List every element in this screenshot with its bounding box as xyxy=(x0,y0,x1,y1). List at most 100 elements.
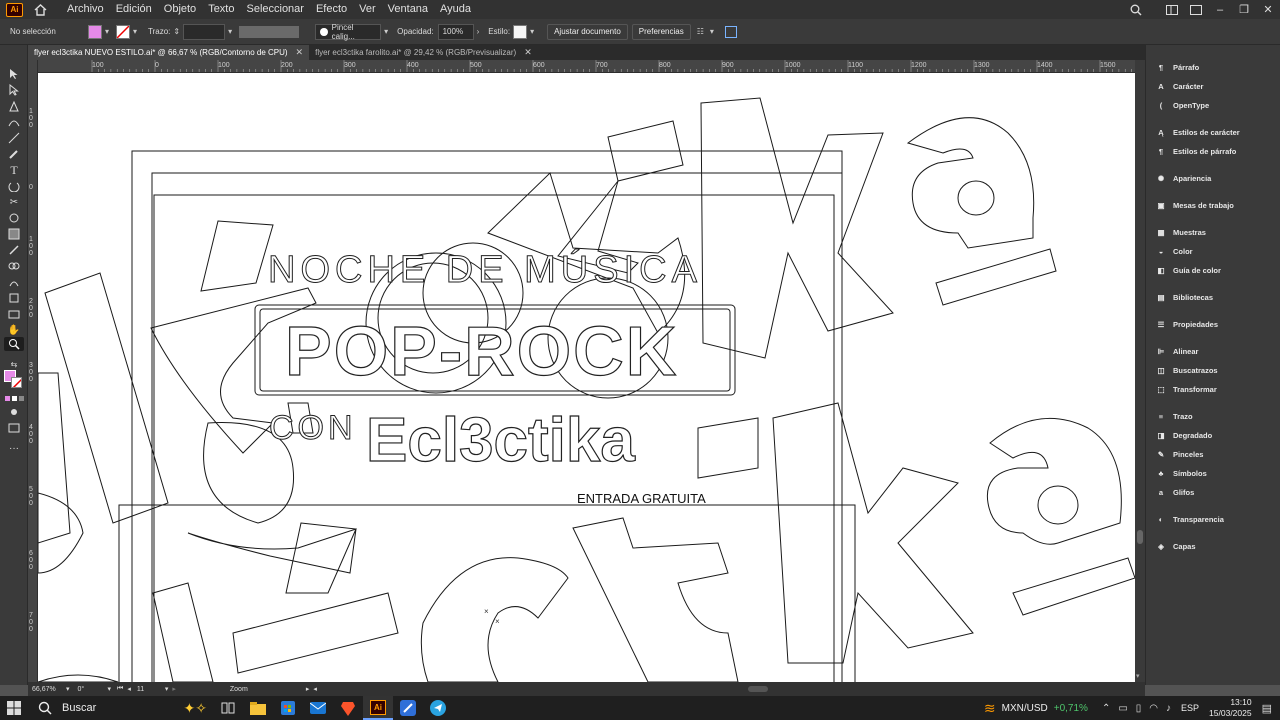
search-icon[interactable] xyxy=(1124,0,1148,19)
draw-mode-icon[interactable] xyxy=(4,405,24,419)
panel-artboards[interactable]: ▣ Mesas de trabajo xyxy=(1155,197,1233,213)
zoom-tool-icon[interactable] xyxy=(4,337,24,351)
shape-builder-tool-icon[interactable] xyxy=(4,211,24,225)
panel-properties[interactable]: ☰ Propiedades xyxy=(1155,316,1218,332)
chevron-down-icon[interactable]: ▾ xyxy=(710,27,714,36)
pen-tool-icon[interactable] xyxy=(4,99,24,113)
chevron-down-icon[interactable]: ▾ xyxy=(108,685,112,693)
panel-character[interactable]: A Carácter xyxy=(1155,78,1203,94)
panel-glyphs[interactable]: a Glifos xyxy=(1155,484,1194,500)
menu-edicion[interactable]: Edición xyxy=(110,0,158,19)
entrada-gratuita-text[interactable]: ENTRADA GRATUITA xyxy=(577,491,706,506)
preferences-button[interactable]: Preferencias xyxy=(631,23,691,40)
arrange-docs-icon[interactable]: ☷ xyxy=(697,27,704,36)
telegram-icon[interactable] xyxy=(423,696,453,720)
chevron-right-icon[interactable]: ▸ xyxy=(306,685,310,693)
selection-tool-icon[interactable] xyxy=(4,67,24,81)
headline-pop-rock[interactable]: POP-ROCK xyxy=(284,311,678,391)
next-artboard-icon[interactable]: ▸ xyxy=(172,685,176,693)
file-explorer-icon[interactable] xyxy=(243,696,273,720)
panel-transparency[interactable]: ◐ Transparencia xyxy=(1155,511,1224,527)
menu-ver[interactable]: Ver xyxy=(353,0,382,19)
ecl3ctika-logo[interactable]: Ecl3ctika xyxy=(365,405,635,476)
variable-width-profile[interactable] xyxy=(239,25,300,38)
scroll-down-icon[interactable]: ▾ xyxy=(1136,672,1140,680)
rotation-value[interactable]: 0° xyxy=(78,686,108,693)
vertical-scrollbar[interactable]: ▾ xyxy=(1135,60,1145,685)
mail-icon[interactable] xyxy=(303,696,333,720)
language-indicator[interactable]: ESP xyxy=(1181,703,1199,713)
line-tool-icon[interactable] xyxy=(4,131,24,145)
chevron-up-icon[interactable]: ⌃ xyxy=(1102,703,1110,714)
currency-ticker[interactable]: MXN/USD xyxy=(1002,703,1048,714)
paintbrush-tool-icon[interactable] xyxy=(4,147,24,161)
chevron-down-icon[interactable]: ▾ xyxy=(228,27,232,36)
close-icon[interactable]: ✕ xyxy=(524,47,532,58)
stroke-swatch[interactable] xyxy=(116,24,131,39)
panel-swatches[interactable]: ▦ Muestras xyxy=(1155,224,1205,240)
arrange-icon[interactable] xyxy=(1184,0,1208,19)
panel-opentype[interactable]: (OpenType xyxy=(1155,97,1209,113)
artboard-number[interactable]: 11 xyxy=(137,686,165,693)
workspace-icon[interactable] xyxy=(1160,0,1184,19)
menu-seleccionar[interactable]: Seleccionar xyxy=(240,0,309,19)
chevron-down-icon[interactable]: ▾ xyxy=(105,27,109,36)
tab-document-1[interactable]: flyer ecl3ctika NUEVO ESTILO.ai* @ 66,67… xyxy=(28,45,310,60)
chevron-right-icon[interactable]: › xyxy=(477,27,480,36)
clock[interactable]: 13:10 15/03/2025 xyxy=(1209,697,1252,719)
curvature-tool-icon[interactable] xyxy=(4,115,24,129)
screen-mode-icon[interactable] xyxy=(4,421,24,435)
panel-layers[interactable]: ◈ Capas xyxy=(1155,538,1195,554)
first-artboard-icon[interactable]: ⏮ xyxy=(117,685,123,693)
stroke-color-swatch[interactable] xyxy=(11,377,22,388)
notifications-icon[interactable]: ▤ xyxy=(1262,702,1272,715)
panel-stroke[interactable]: ≡ Trazo xyxy=(1155,408,1193,424)
brave-browser-icon[interactable] xyxy=(333,696,363,720)
rotate-tool-icon[interactable] xyxy=(4,179,24,193)
panel-appearance[interactable]: ✺ Apariencia xyxy=(1155,170,1212,186)
home-icon[interactable] xyxy=(33,3,47,17)
panel-gradient[interactable]: ◨ Degradado xyxy=(1155,427,1212,443)
eyedropper-tool-icon[interactable] xyxy=(4,243,24,257)
menu-archivo[interactable]: Archivo xyxy=(61,0,110,19)
menu-objeto[interactable]: Objeto xyxy=(158,0,202,19)
fill-swatch[interactable] xyxy=(88,24,102,39)
artboard-canvas[interactable]: NOCHE DE MÚSICA POP-ROCK CON Ecl3ctika E… xyxy=(38,73,1135,682)
panel-para-styles[interactable]: ¶ Estilos de párrafo xyxy=(1155,143,1236,159)
panel-color-guide[interactable]: ◧ Guía de color xyxy=(1155,262,1220,278)
speaker-icon[interactable]: ♪ xyxy=(1166,703,1171,714)
tray-app-icon[interactable]: ▭ xyxy=(1118,703,1127,714)
wifi-icon[interactable]: ◠ xyxy=(1149,703,1158,714)
minimize-icon[interactable]: – xyxy=(1208,0,1232,19)
battery-icon[interactable]: ▯ xyxy=(1136,703,1142,714)
paint-app-icon[interactable] xyxy=(393,696,423,720)
more-tools-icon[interactable]: ··· xyxy=(4,441,24,455)
artboard-tool-icon[interactable] xyxy=(4,291,24,305)
gradient-tool-icon[interactable] xyxy=(4,227,24,241)
scissors-tool-icon[interactable]: ✂ xyxy=(4,195,24,209)
direct-selection-tool-icon[interactable] xyxy=(4,83,24,97)
scroll-thumb[interactable] xyxy=(1137,530,1143,544)
task-view-icon[interactable] xyxy=(213,696,243,720)
panel-char-styles[interactable]: Ą Estilos de carácter xyxy=(1155,124,1239,140)
restore-icon[interactable]: ❐ xyxy=(1232,0,1256,19)
chevron-down-icon[interactable]: ▾ xyxy=(133,27,137,36)
menu-texto[interactable]: Texto xyxy=(202,0,240,19)
type-tool-icon[interactable]: T xyxy=(4,163,24,177)
hand-tool-icon[interactable]: ✋ xyxy=(4,323,24,337)
zoom-level[interactable]: 66,67% xyxy=(32,686,66,693)
tab-document-2[interactable]: flyer ecl3ctika farolito.ai* @ 29,42 % (… xyxy=(309,45,538,60)
panel-symbols[interactable]: ♣ Símbolos xyxy=(1155,465,1207,481)
swap-colors-icon[interactable]: ⇆ xyxy=(4,357,24,371)
illustrator-taskbar-icon[interactable]: Ai xyxy=(363,696,393,720)
panel-brushes[interactable]: ✎ Pinceles xyxy=(1155,446,1204,462)
prev-artboard-icon[interactable]: ◂ xyxy=(127,685,131,693)
panel-align[interactable]: ⊫ Alinear xyxy=(1155,343,1199,359)
menu-ayuda[interactable]: Ayuda xyxy=(434,0,477,19)
taskbar-search[interactable]: Buscar ✦✧ xyxy=(28,696,213,720)
color-mode-icon[interactable] xyxy=(4,391,24,405)
panel-paragraph[interactable]: ¶ Párrafo xyxy=(1155,59,1199,75)
vertical-ruler[interactable]: 1 0 0 0 1 0 0 2 0 0 3 0 0 4 0 0 5 0 0 6 … xyxy=(28,60,38,685)
close-icon[interactable]: ✕ xyxy=(1256,0,1280,19)
menu-efecto[interactable]: Efecto xyxy=(310,0,353,19)
